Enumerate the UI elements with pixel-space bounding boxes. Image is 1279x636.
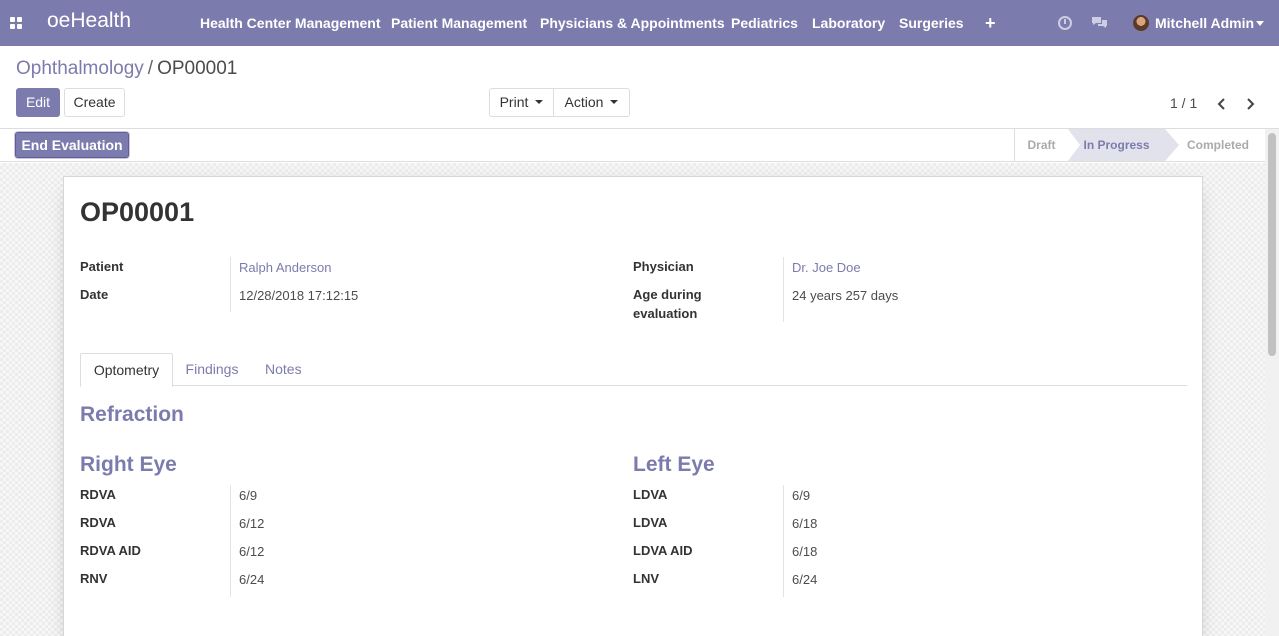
activity-clock-icon[interactable] bbox=[1058, 16, 1072, 30]
patient-label: Patient bbox=[80, 259, 124, 274]
print-dropdown-button[interactable]: Print bbox=[489, 88, 554, 117]
date-value: 12/28/2018 17:12:15 bbox=[239, 288, 359, 303]
edit-button[interactable]: Edit bbox=[16, 88, 60, 117]
scrollbar-thumb[interactable] bbox=[1268, 133, 1276, 356]
age-value: 24 years 257 days bbox=[792, 288, 899, 303]
chevron-right-icon[interactable] bbox=[1242, 97, 1258, 111]
left-eye-row-value: 6/24 bbox=[792, 572, 818, 587]
action-label: Action bbox=[564, 94, 604, 110]
top-navbar: oeHealth Health Center Management Patien… bbox=[0, 0, 1279, 46]
print-label: Print bbox=[499, 94, 529, 110]
action-dropdown-button[interactable]: Action bbox=[553, 88, 630, 117]
end-evaluation-button[interactable]: End Evaluation bbox=[15, 132, 129, 158]
field-separator bbox=[230, 257, 231, 312]
brand-name[interactable]: oeHealth bbox=[47, 9, 131, 33]
menu-physicians-appointments[interactable]: Physicians & Appointments bbox=[540, 15, 725, 31]
user-menu-name[interactable]: Mitchell Admin bbox=[1155, 15, 1254, 31]
right-eye-row-value: 6/24 bbox=[239, 572, 265, 587]
left-eye-row-value: 6/18 bbox=[792, 516, 818, 531]
left-eye-title: Left Eye bbox=[633, 453, 715, 476]
breadcrumb-parent[interactable]: Ophthalmology bbox=[16, 58, 144, 79]
right-eye-row-label: RNV bbox=[80, 571, 108, 586]
age-label-line2: evaluation bbox=[633, 306, 698, 321]
menu-patient-management[interactable]: Patient Management bbox=[391, 15, 527, 31]
right-eye-row-value: 6/12 bbox=[239, 544, 265, 559]
age-label-line1: Age during bbox=[633, 287, 702, 302]
left-eye-row-value: 6/9 bbox=[792, 488, 811, 503]
right-eye-row-label: RDVA bbox=[80, 515, 116, 530]
stage-completed[interactable]: Completed bbox=[1171, 129, 1265, 161]
chevron-left-icon[interactable] bbox=[1214, 97, 1230, 111]
vertical-scrollbar[interactable] bbox=[1265, 129, 1279, 636]
menu-laboratory[interactable]: Laboratory bbox=[812, 15, 885, 31]
left-eye-row-label: LDVA bbox=[633, 487, 668, 502]
right-eye-row-label: RDVA bbox=[80, 487, 116, 502]
field-separator bbox=[783, 485, 784, 597]
breadcrumb: Ophthalmology / OP00001 bbox=[16, 58, 237, 80]
menu-surgeries[interactable]: Surgeries bbox=[899, 15, 964, 31]
patient-value[interactable]: Ralph Anderson bbox=[239, 258, 332, 277]
breadcrumb-separator: / bbox=[147, 58, 154, 79]
menu-pediatrics[interactable]: Pediatrics bbox=[731, 15, 798, 31]
left-eye-row-label: LDVA AID bbox=[633, 543, 693, 558]
tab-findings[interactable]: Findings bbox=[176, 353, 248, 386]
user-avatar[interactable] bbox=[1133, 15, 1149, 31]
tab-notes[interactable]: Notes bbox=[253, 353, 347, 386]
left-eye-row-label: LDVA bbox=[633, 515, 668, 530]
pager-value[interactable]: 1 / 1 bbox=[1170, 95, 1197, 111]
section-refraction: Refraction bbox=[80, 403, 184, 426]
right-eye-row-value: 6/12 bbox=[239, 516, 265, 531]
caret-down-icon bbox=[535, 100, 544, 104]
right-eye-title: Right Eye bbox=[80, 453, 177, 476]
stage-in-progress[interactable]: In Progress bbox=[1068, 129, 1179, 161]
tab-optometry[interactable]: Optometry bbox=[80, 353, 173, 387]
breadcrumb-current: OP00001 bbox=[157, 58, 238, 79]
caret-down-icon bbox=[610, 100, 619, 104]
menu-health-center-management[interactable]: Health Center Management bbox=[200, 15, 380, 31]
stage-draft[interactable]: Draft bbox=[1014, 129, 1068, 161]
physician-value[interactable]: Dr. Joe Doe bbox=[792, 258, 861, 277]
apps-grid-icon[interactable] bbox=[10, 17, 22, 29]
chevron-down-icon[interactable] bbox=[1256, 21, 1264, 26]
chat-icon[interactable] bbox=[1091, 16, 1108, 29]
right-eye-row-value: 6/9 bbox=[239, 488, 258, 503]
right-eye-row-label: RDVA AID bbox=[80, 543, 141, 558]
form-sheet: OP00001 Patient Ralph Anderson Date 12/2… bbox=[63, 176, 1203, 636]
create-button[interactable]: Create bbox=[64, 88, 125, 117]
notebook-tabs: Optometry Findings Notes bbox=[80, 353, 1187, 387]
age-label: Age during evaluation bbox=[633, 285, 702, 323]
date-label: Date bbox=[80, 287, 109, 302]
left-eye-row-label: LNV bbox=[633, 571, 659, 586]
field-separator bbox=[783, 257, 784, 322]
record-title: OP00001 bbox=[80, 197, 195, 227]
status-bar: End Evaluation Draft In Progress Complet… bbox=[0, 129, 1265, 162]
physician-label: Physician bbox=[633, 259, 694, 274]
plus-icon[interactable]: + bbox=[985, 13, 996, 34]
left-eye-row-value: 6/18 bbox=[792, 544, 818, 559]
field-separator bbox=[230, 485, 231, 597]
